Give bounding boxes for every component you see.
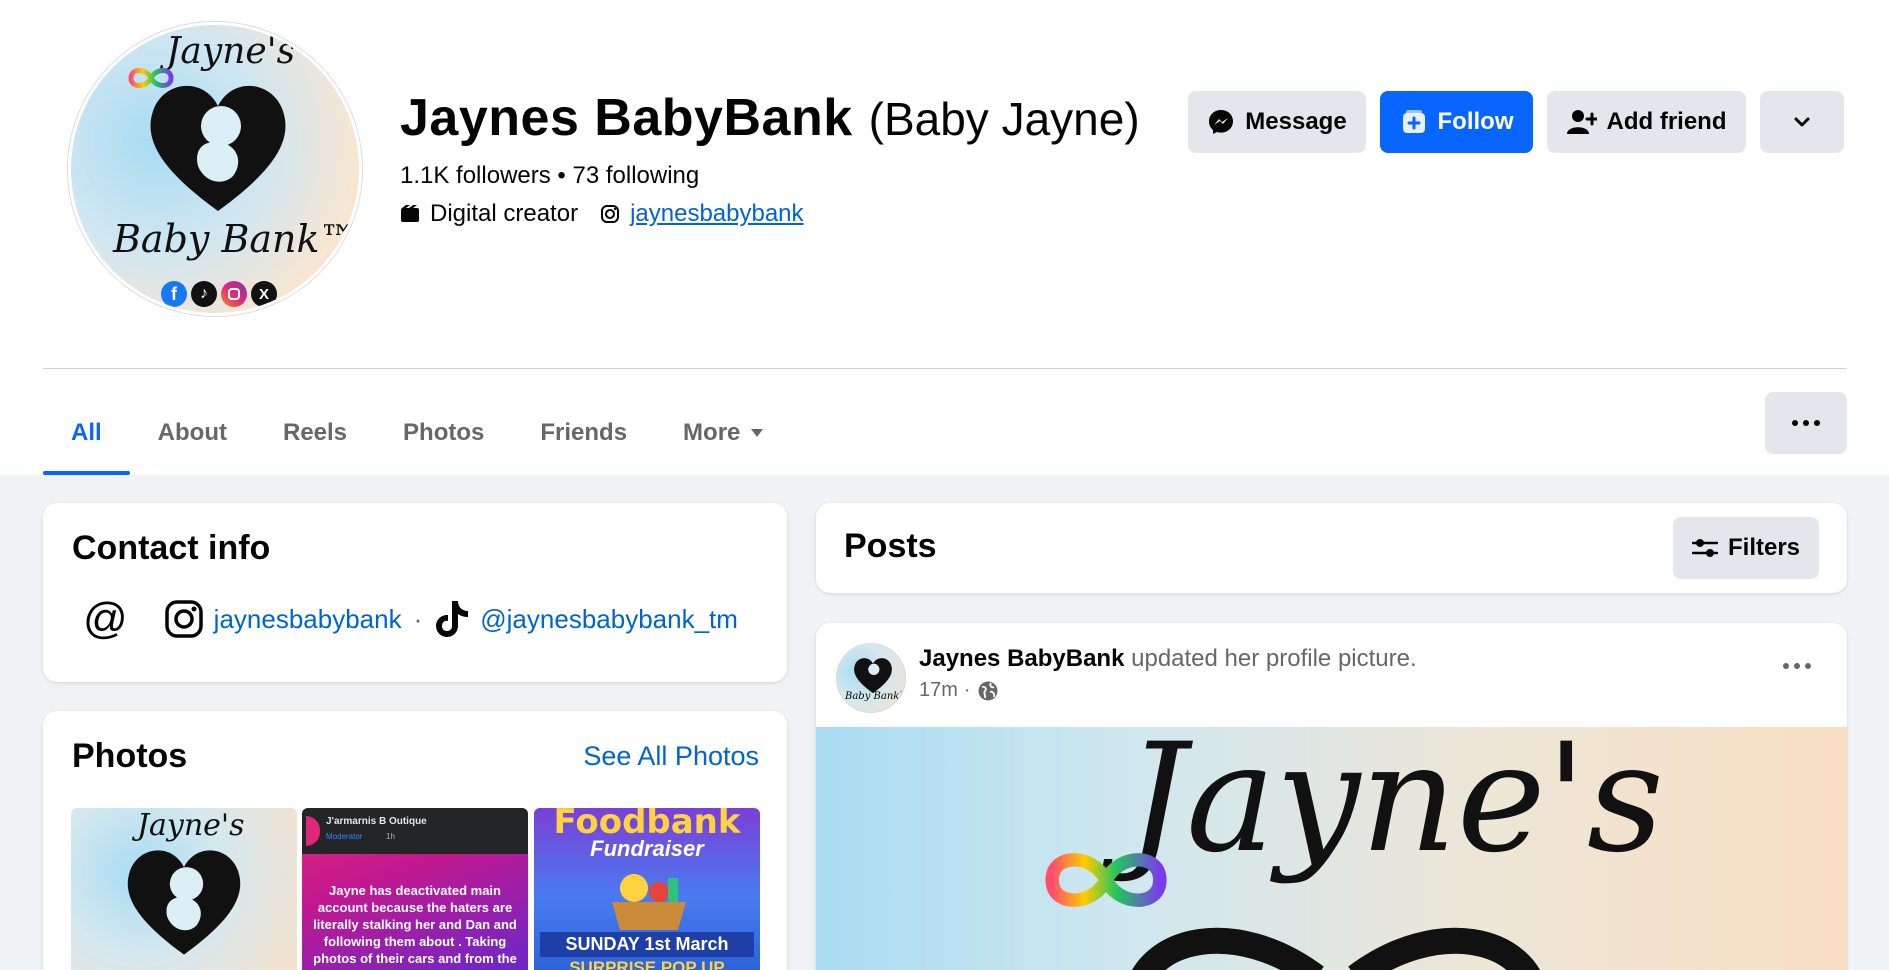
caret-down-icon [751, 429, 764, 437]
tab-more[interactable]: More [655, 392, 792, 474]
infinity-icon [1045, 853, 1167, 907]
add-friend-button[interactable]: Add friend [1547, 91, 1746, 153]
post-author-avatar[interactable]: Baby Bank™ [836, 643, 906, 713]
profile-name: Jaynes BabyBank [400, 89, 853, 147]
tab-more-label: More [683, 419, 741, 446]
tiktok-icon: ♪ [191, 281, 217, 307]
photos-title: Photos [72, 737, 188, 775]
profile-avatar[interactable]: Jayne's Baby Bank™ f ♪ X [68, 22, 362, 316]
message-button[interactable]: Message [1188, 91, 1366, 153]
photo-thumbnail-2[interactable]: J'armarnis B Outique Moderator 1h Jayne … [302, 808, 528, 970]
tab-about[interactable]: About [130, 392, 255, 474]
thumb3-popup-banner: SURPRISE POP UP [569, 958, 725, 970]
profile-options-dropdown[interactable] [1760, 91, 1844, 153]
messenger-icon [1209, 110, 1234, 134]
header-divider [43, 368, 1847, 369]
instagram-item: jaynesbabybank [600, 200, 804, 228]
post-meta-separator: · [963, 679, 971, 701]
thumb2-time: 1h [386, 832, 395, 841]
tab-all-label: All [71, 419, 102, 446]
x-icon: X [251, 281, 277, 307]
tab-reels[interactable]: Reels [255, 392, 375, 474]
dot [1803, 420, 1809, 426]
instagram-outline-icon [601, 205, 620, 223]
tab-friends-label: Friends [540, 419, 628, 446]
message-label: Message [1245, 108, 1347, 135]
dot [1783, 663, 1789, 669]
tab-friends[interactable]: Friends [512, 392, 655, 474]
follow-label: Follow [1437, 108, 1514, 135]
photo-thumbnail-1[interactable]: Jayne's [71, 808, 297, 970]
heart-baby-logo [150, 85, 286, 211]
post-timestamp[interactable]: 17m [919, 679, 958, 702]
contact-instagram-link[interactable]: jaynesbabybank [214, 604, 402, 635]
contact-info-card: Contact info @ jaynesbabybank · @jaynesb… [43, 503, 787, 682]
post-image-logo-text: Jayne's [1126, 727, 1664, 886]
tab-all[interactable]: All [43, 392, 130, 475]
posts-title: Posts [844, 527, 937, 565]
post-image[interactable]: Jayne's [816, 727, 1847, 970]
contact-separator: · [413, 603, 423, 634]
profile-stats[interactable]: 1.1K followers • 73 following [400, 162, 699, 190]
facebook-icon: f [161, 281, 187, 307]
instagram-link[interactable]: jaynesbabybank [630, 200, 803, 228]
post-action-text: updated her profile picture. [1131, 645, 1417, 672]
tiktok-icon [436, 601, 469, 637]
filters-icon [1691, 539, 1718, 557]
contact-row: @ jaynesbabybank · @jaynesbabybank_tm [83, 597, 738, 641]
thumb2-text: Jayne has deactivated main account becau… [313, 883, 517, 966]
chevron-down-icon [1794, 117, 1810, 127]
follow-add-icon [1402, 110, 1425, 133]
heart-outline-top [1132, 927, 1540, 970]
contact-info-title: Contact info [72, 529, 271, 567]
filters-label: Filters [1727, 534, 1801, 561]
dot [1792, 420, 1798, 426]
add-friend-icon [1566, 110, 1597, 134]
avatar-logo-top-text: Jayne's [166, 31, 296, 72]
instagram-icon [221, 281, 247, 307]
thumb3-date-banner: SUNDAY 1st March [540, 932, 754, 957]
heart-baby-logo [127, 850, 241, 955]
group-avatar [306, 816, 320, 846]
add-friend-label: Add friend [1606, 108, 1727, 135]
post-more-options-button[interactable] [1783, 663, 1811, 669]
dot [1794, 663, 1800, 669]
photo-thumbnail-3[interactable]: Foodbank Fundraiser SUNDAY 1st March SUR… [534, 808, 760, 970]
thumb2-group-name: J'armarnis B Outique [326, 816, 427, 827]
posts-header-card: Posts Filters [816, 503, 1847, 593]
thumb2-role: Moderator [326, 832, 363, 841]
profile-alternate-name: (Baby Jayne) [868, 93, 1140, 145]
post-meta: 17m · [919, 679, 999, 702]
thumb3-subtitle: Fundraiser [590, 836, 704, 861]
category-item: Digital creator [400, 200, 578, 228]
tab-reels-label: Reels [282, 419, 348, 446]
filters-button[interactable]: Filters [1673, 517, 1819, 579]
post-author-name[interactable]: Jaynes BabyBank [919, 645, 1124, 672]
food-basket-icon [612, 874, 686, 930]
clapperboard-icon [401, 205, 419, 222]
see-all-photos-link[interactable]: See All Photos [583, 741, 759, 772]
instagram-outline-icon [164, 600, 203, 638]
profile-tabs: All About Reels Photos Friends More [43, 392, 792, 475]
category-label: Digital creator [430, 200, 579, 227]
tab-about-label: About [157, 419, 227, 446]
follow-button[interactable]: Follow [1380, 91, 1533, 153]
profile-meta: Digital creator jaynesbabybank [400, 200, 804, 228]
tab-photos[interactable]: Photos [375, 392, 512, 474]
post-avatar-logo-text: Baby Bank™ [845, 691, 906, 702]
avatar-social-icons: f ♪ X [161, 281, 277, 307]
post-author-line: Jaynes BabyBank updated her profile pict… [919, 645, 1417, 673]
globe-icon [978, 681, 998, 700]
dot [1805, 663, 1811, 669]
thumb2-header: J'armarnis B Outique Moderator 1h [302, 808, 528, 854]
tab-photos-label: Photos [403, 419, 485, 446]
contact-tiktok-link[interactable]: @jaynesbabybank_tm [480, 604, 738, 635]
avatar-logo-bottom-text: Baby Bank™ [113, 217, 358, 261]
at-sign-icon: @ [83, 594, 128, 643]
heart-baby-logo [854, 658, 892, 694]
tabs-more-options-button[interactable] [1765, 392, 1847, 454]
dot [1814, 420, 1820, 426]
profile-name-row: Jaynes BabyBank (Baby Jayne) [400, 88, 1140, 148]
